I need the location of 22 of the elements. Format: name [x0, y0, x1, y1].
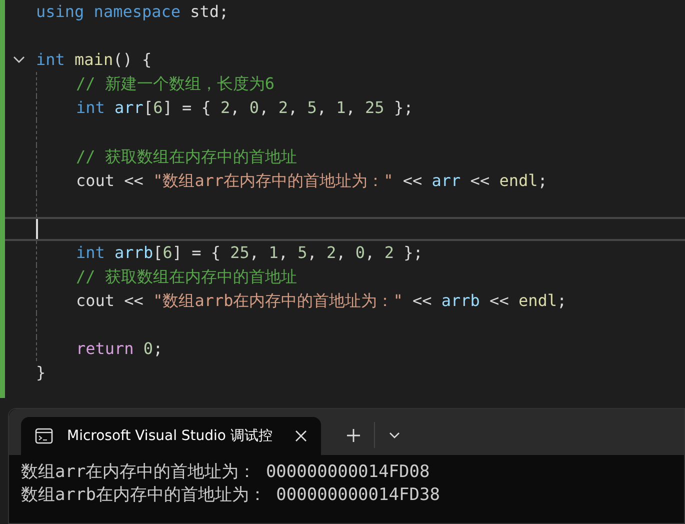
code-line: int main() { — [36, 50, 152, 70]
code-line: int arrb[6] = { 25, 1, 5, 2, 0, 2 }; — [76, 242, 423, 263]
code-line: // 新建一个数组，长度为6 — [76, 74, 275, 94]
code-line: cout << "数组arr在内存中的首地址为：" << arr << endl; — [76, 170, 548, 191]
code-line: cout << "数组arrb在内存中的首地址为：" << arrb << endl; — [76, 291, 567, 312]
plus-icon[interactable] — [347, 428, 360, 442]
terminal-tab[interactable]: Microsoft Visual Studio 调试控 — [21, 417, 321, 455]
text-cursor — [36, 218, 38, 239]
tab-title: Microsoft Visual Studio 调试控 — [67, 427, 274, 445]
code-line: // 获取数组在内存中的首地址 — [76, 267, 297, 288]
code-line: } — [36, 363, 46, 384]
code-editor[interactable] — [0, 0, 685, 398]
code-line: return 0; — [76, 339, 163, 360]
code-line: using namespace std; — [36, 2, 229, 22]
chevron-down-icon[interactable] — [13, 56, 25, 64]
code-line: // 获取数组在内存中的首地址 — [76, 146, 297, 167]
close-icon[interactable] — [295, 430, 307, 442]
code-line: int arr[6] = { 2, 0, 2, 5, 1, 25 }; — [76, 98, 414, 118]
console-icon — [35, 428, 53, 444]
console-output-line: 数组arrb在内存中的首地址为： 000000000014FD38 — [21, 484, 441, 507]
console-output-line: 数组arr在内存中的首地址为： 000000000014FD08 — [21, 461, 431, 484]
chevron-down-icon[interactable] — [389, 432, 400, 438]
